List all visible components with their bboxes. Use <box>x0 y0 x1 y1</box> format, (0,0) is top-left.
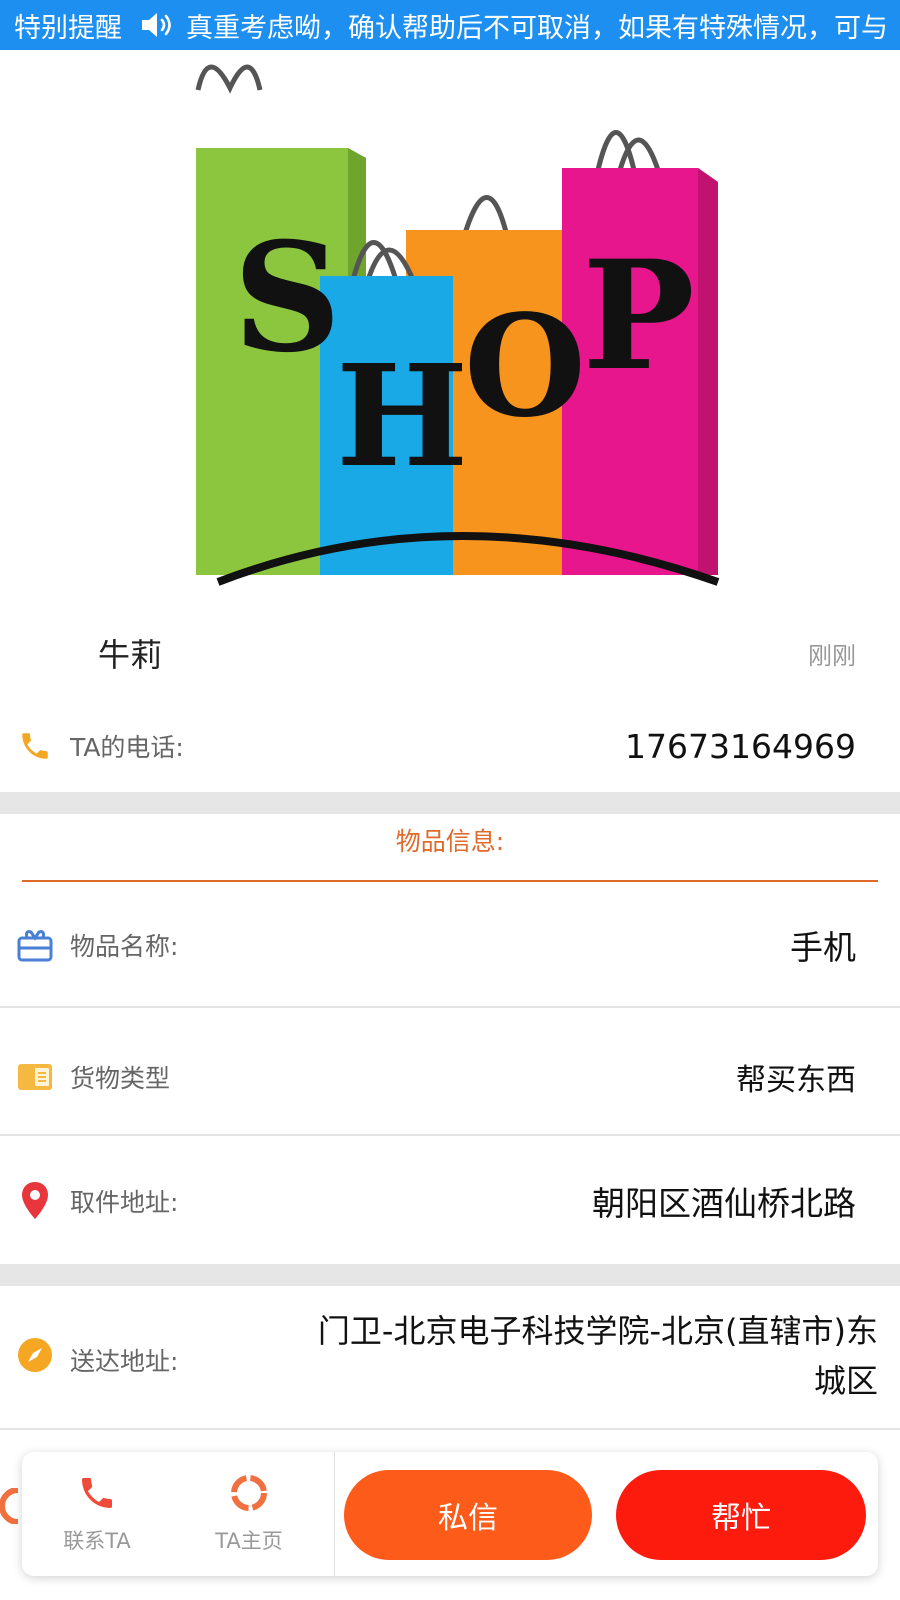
private-message-button[interactable]: 私信 <box>344 1470 592 1560</box>
notice-text: 真重考虑呦，确认帮助后不可取消，如果有特殊情况，可与 <box>186 12 888 44</box>
delivery-address-label: 送达地址: <box>70 1347 179 1376</box>
section-gap <box>0 792 900 814</box>
item-type-row: 货物类型 帮买东西 <box>0 1032 900 1122</box>
svg-text:P: P <box>582 228 695 404</box>
gift-icon <box>16 926 54 964</box>
publisher-row: 牛莉 刚刚 <box>0 608 900 698</box>
item-type-value: 帮买东西 <box>736 1063 856 1098</box>
pickup-address-value: 朝阳区酒仙桥北路 <box>592 1184 856 1223</box>
delivery-address-row: 送达地址: 门卫-北京电子科技学院-北京(直辖市)东城区 <box>0 1300 900 1420</box>
ring-icon <box>231 1475 267 1511</box>
toolbar-separator <box>334 1452 335 1576</box>
svg-text:H: H <box>336 335 468 499</box>
svg-text:O: O <box>464 285 586 449</box>
item-type-label: 货物类型 <box>70 1064 171 1093</box>
shop-bags-illustration: S H O P <box>68 50 838 586</box>
ta-homepage-button[interactable]: TA主页 <box>174 1452 324 1576</box>
hero-image: S H O P <box>0 50 900 588</box>
location-pin-icon <box>16 1182 54 1220</box>
phone-icon <box>16 727 54 765</box>
publish-time: 刚刚 <box>808 641 856 670</box>
contact-ta-button[interactable]: 联系TA <box>22 1452 172 1576</box>
notice-bar: 特别提醒 真重考虑呦，确认帮助后不可取消，如果有特殊情况，可与 <box>0 0 900 50</box>
phone-value[interactable]: 17673164969 <box>625 727 856 766</box>
page: 特别提醒 真重考虑呦，确认帮助后不可取消，如果有特殊情况，可与 S H O P … <box>0 0 900 1600</box>
delivery-address-value: 门卫-北京电子科技学院-北京(直辖市)东城区 <box>317 1312 878 1400</box>
publisher-name[interactable]: 牛莉 <box>98 630 162 676</box>
help-button[interactable]: 帮忙 <box>616 1470 866 1560</box>
partial-row-icon <box>0 1488 18 1524</box>
card-icon <box>16 1058 54 1096</box>
item-name-row: 物品名称: 手机 <box>0 900 900 990</box>
section-underline <box>22 880 878 882</box>
divider <box>0 1006 900 1008</box>
contact-ta-label: 联系TA <box>63 1529 131 1553</box>
phone-row[interactable]: TA的电话: 17673164969 <box>0 700 900 792</box>
notice-title: 特别提醒 <box>14 12 122 44</box>
speaker-icon[interactable] <box>138 10 178 40</box>
divider <box>0 1428 900 1430</box>
section-title: 物品信息: <box>395 827 505 856</box>
phone-label: TA的电话: <box>70 733 184 762</box>
item-name-label: 物品名称: <box>70 932 179 961</box>
item-name-value: 手机 <box>790 928 856 967</box>
compass-icon <box>16 1336 54 1374</box>
svg-text:S: S <box>233 210 341 386</box>
pickup-address-label: 取件地址: <box>70 1188 179 1217</box>
section-gap <box>0 1264 900 1286</box>
ta-homepage-label: TA主页 <box>215 1529 283 1553</box>
phone-icon <box>82 1478 112 1508</box>
pickup-address-row: 取件地址: 朝阳区酒仙桥北路 <box>0 1156 900 1246</box>
bottom-action-bar: 联系TA TA主页 私信 帮忙 <box>22 1452 878 1576</box>
divider <box>0 1134 900 1136</box>
